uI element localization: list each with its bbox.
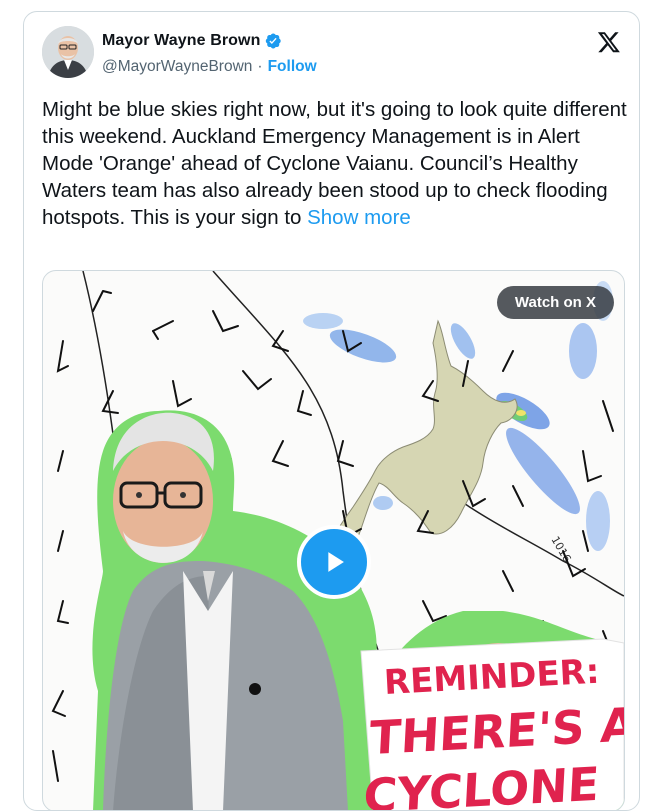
verified-badge-icon [266,33,282,49]
watch-on-x-button[interactable]: Watch on X [496,286,614,319]
tweet-text: Might be blue skies right now, but it's … [42,96,627,231]
play-button[interactable] [297,525,371,599]
isobar-value-label: 1016 [548,534,573,565]
author-name[interactable]: Mayor Wayne Brown [102,32,260,50]
avatar-image [42,26,94,78]
tweet-card[interactable]: Mayor Wayne Brown @MayorWayneBrown · Fol… [23,11,640,811]
author-handle[interactable]: @MayorWayneBrown [102,58,252,76]
x-logo-icon[interactable] [597,30,621,54]
show-more-link[interactable]: Show more [307,206,411,229]
video-media[interactable]: 1016 REMINDER: THERE'S A CYCLONE Watch o… [42,270,625,810]
follow-button[interactable]: Follow [268,58,317,76]
play-icon [328,552,344,572]
author-avatar[interactable] [42,26,94,78]
handle-separator: · [257,58,263,75]
